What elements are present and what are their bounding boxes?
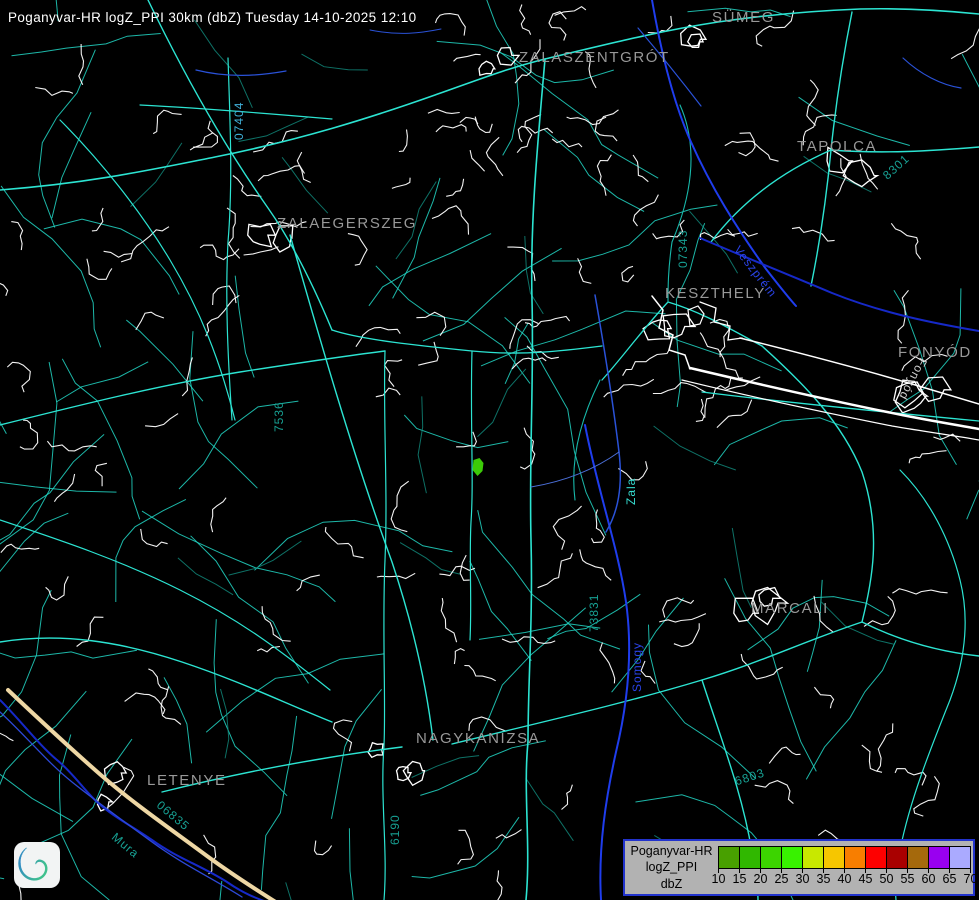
dbz-tick-label: 30: [796, 872, 810, 886]
dbz-color-box-60: [928, 846, 950, 869]
dbz-tick-label: 55: [901, 872, 915, 886]
legend-title-line-2: logZ_PPI: [625, 859, 718, 875]
radar-display: SÜMEGZALASZENTGRÓTTAPOLCAZALAEGERSZEGKES…: [0, 0, 979, 900]
dbz-tick-label: 10: [712, 872, 726, 886]
dbz-legend: Poganyvar-HR logZ_PPI dbZ 10 15 20 25 30 35 40…: [623, 839, 975, 896]
dbz-tick-label: 40: [838, 872, 852, 886]
dbz-tick-label: 65: [943, 872, 957, 886]
dbz-color-box-15: [739, 846, 761, 869]
dbz-tick-label: 60: [922, 872, 936, 886]
major-features-layer: [0, 0, 979, 900]
spiral-icon: [14, 842, 60, 888]
dbz-color-box-45: [865, 846, 887, 869]
dbz-colorbar: 10152025303540455055606570: [718, 841, 973, 894]
dbz-tick-label: 50: [880, 872, 894, 886]
dbz-tick-label: 45: [859, 872, 873, 886]
dbz-color-box-30: [802, 846, 824, 869]
map-canvas: [0, 0, 979, 900]
dbz-color-box-35: [823, 846, 845, 869]
radar-echo-layer: [473, 458, 484, 476]
legend-title-line-3: dbZ: [625, 876, 718, 892]
dbz-tick-label: 15: [733, 872, 747, 886]
dbz-color-box-40: [844, 846, 866, 869]
dbz-color-box-10: [718, 846, 740, 869]
dbz-color-box-50: [886, 846, 908, 869]
legend-title-line-1: Poganyvar-HR: [625, 843, 718, 859]
legend-title: Poganyvar-HR logZ_PPI dbZ: [625, 841, 718, 894]
dbz-tick-label: 35: [817, 872, 831, 886]
dbz-color-box-55: [907, 846, 929, 869]
dbz-tick-label: 70: [964, 872, 978, 886]
dbz-tick-label: 20: [754, 872, 768, 886]
dbz-color-boxes: [718, 846, 973, 869]
spiral-radar-logo: [14, 842, 60, 888]
radar-title: Poganyvar-HR logZ_PPI 30km (dbZ) Tuesday…: [8, 10, 417, 25]
dbz-color-box-65: [949, 846, 971, 869]
dbz-color-box-20: [760, 846, 782, 869]
dbz-tick-label: 25: [775, 872, 789, 886]
dbz-color-box-25: [781, 846, 803, 869]
